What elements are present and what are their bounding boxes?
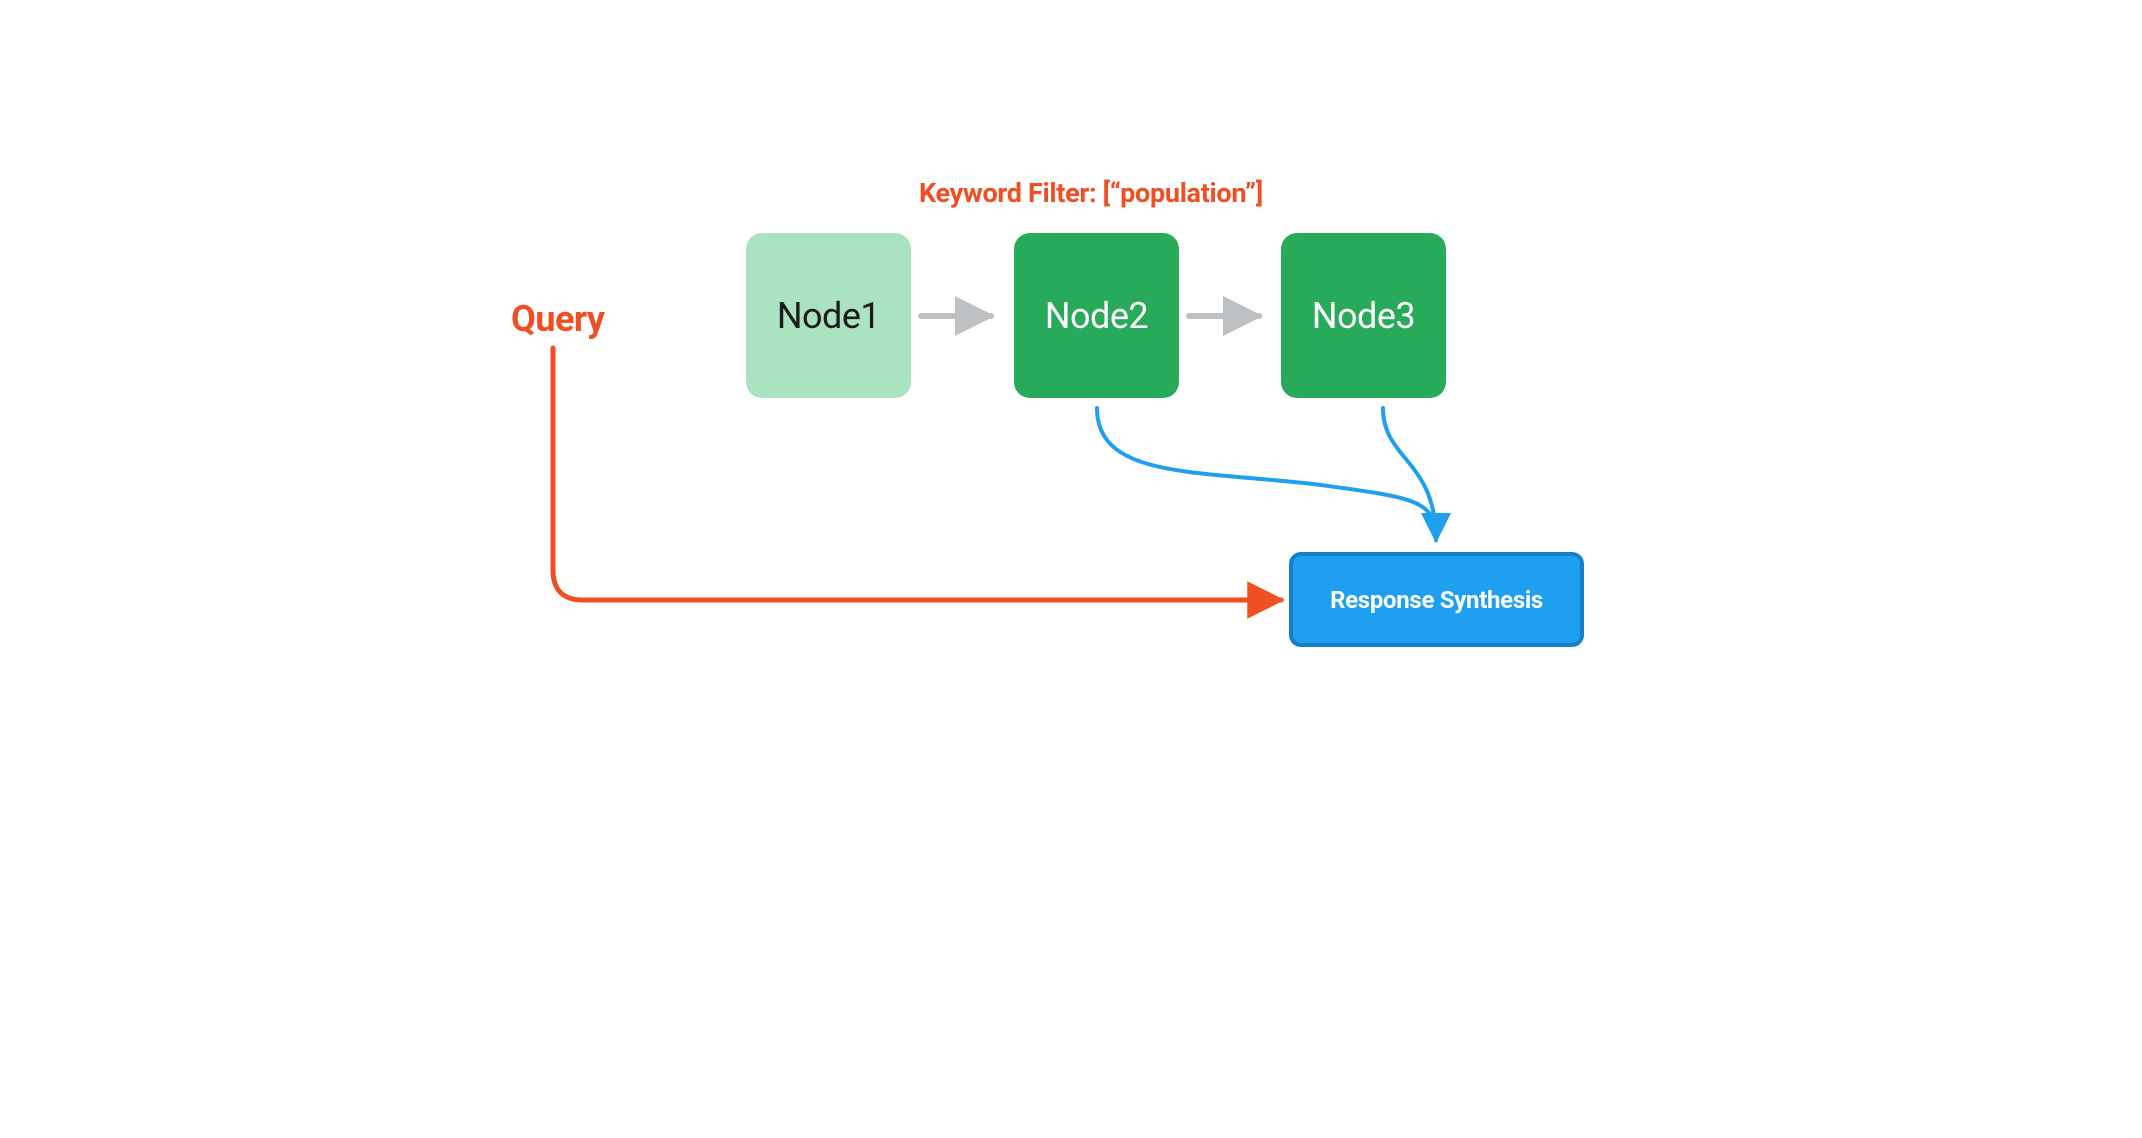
response-synthesis-box: Response Synthesis xyxy=(1289,552,1584,647)
edge-node2-to-synthesis xyxy=(1097,408,1436,540)
keyword-filter-label: Keyword Filter: [“population”] xyxy=(919,177,1263,209)
node-3: Node3 xyxy=(1281,233,1446,398)
node-2-label: Node2 xyxy=(1045,295,1148,337)
connector-layer xyxy=(321,0,1821,797)
node-3-label: Node3 xyxy=(1312,295,1415,337)
node-2: Node2 xyxy=(1014,233,1179,398)
diagram-canvas: Query Keyword Filter: [“population”] Nod… xyxy=(321,0,1821,797)
node-1: Node1 xyxy=(746,233,911,398)
query-label: Query xyxy=(511,298,605,340)
response-synthesis-label: Response Synthesis xyxy=(1330,586,1543,614)
node-1-label: Node1 xyxy=(777,295,880,337)
edge-node3-to-synthesis xyxy=(1383,408,1436,540)
